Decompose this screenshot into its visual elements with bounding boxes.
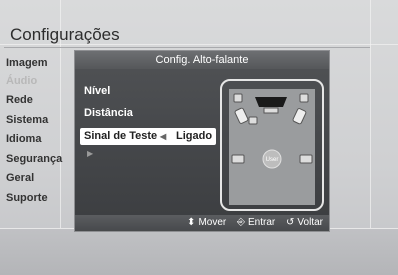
dialog-footer: ⬍ Mover ⎆ Entrar ↺ Voltar	[75, 215, 329, 231]
move-hint: ⬍ Mover	[187, 217, 227, 228]
surround-left-speaker-icon	[231, 154, 245, 164]
front-left-speaker-icon	[233, 93, 243, 103]
speaker-diagram: User	[229, 89, 315, 205]
option-sinal-de-teste-value: Ligado	[176, 130, 213, 142]
option-distancia[interactable]: Distância	[84, 107, 133, 119]
menu-item-suporte[interactable]: Suporte	[6, 192, 48, 204]
option-sinal-de-teste-label: Sinal de Teste	[84, 130, 158, 142]
enter-hint: ⎆ Entrar	[237, 217, 276, 228]
speaker-settings-dialog: Config. Alto-falante Nível Distância Sin…	[74, 50, 330, 232]
menu-item-audio[interactable]: Áudio	[6, 75, 37, 87]
menu-item-rede[interactable]: Rede	[6, 94, 33, 106]
dialog-body: Nível Distância Sinal de Teste ◀ Ligado …	[75, 69, 329, 215]
front-right-speaker-icon	[299, 93, 309, 103]
user-label: User	[266, 157, 279, 163]
option-sinal-de-teste[interactable]: Sinal de Teste ◀ Ligado	[80, 128, 216, 145]
menu-item-idioma[interactable]: Idioma	[6, 133, 41, 145]
title-divider	[4, 47, 370, 48]
speaker-layout-illustration: User	[229, 89, 315, 205]
page-title: Configurações	[10, 25, 120, 44]
scroll-down-icon[interactable]: ▶	[87, 149, 93, 158]
bottom-band	[0, 228, 398, 275]
enter-icon: ⎆	[237, 217, 246, 228]
menu-item-seguranca[interactable]: Segurança	[6, 153, 62, 165]
menu-item-imagem[interactable]: Imagem	[6, 57, 48, 69]
return-icon: ↺	[286, 217, 295, 228]
menu-item-sistema[interactable]: Sistema	[6, 114, 48, 126]
center-speaker-icon	[255, 97, 287, 107]
option-nivel[interactable]: Nível	[84, 85, 110, 97]
menu-item-geral[interactable]: Geral	[6, 172, 34, 184]
surround-right-speaker-icon	[299, 154, 313, 164]
back-hint: ↺ Voltar	[286, 217, 323, 228]
dialog-title: Config. Alto-falante	[75, 51, 329, 69]
up-down-arrows-icon: ⬍	[187, 217, 196, 228]
chevron-left-icon[interactable]: ◀	[160, 132, 166, 141]
